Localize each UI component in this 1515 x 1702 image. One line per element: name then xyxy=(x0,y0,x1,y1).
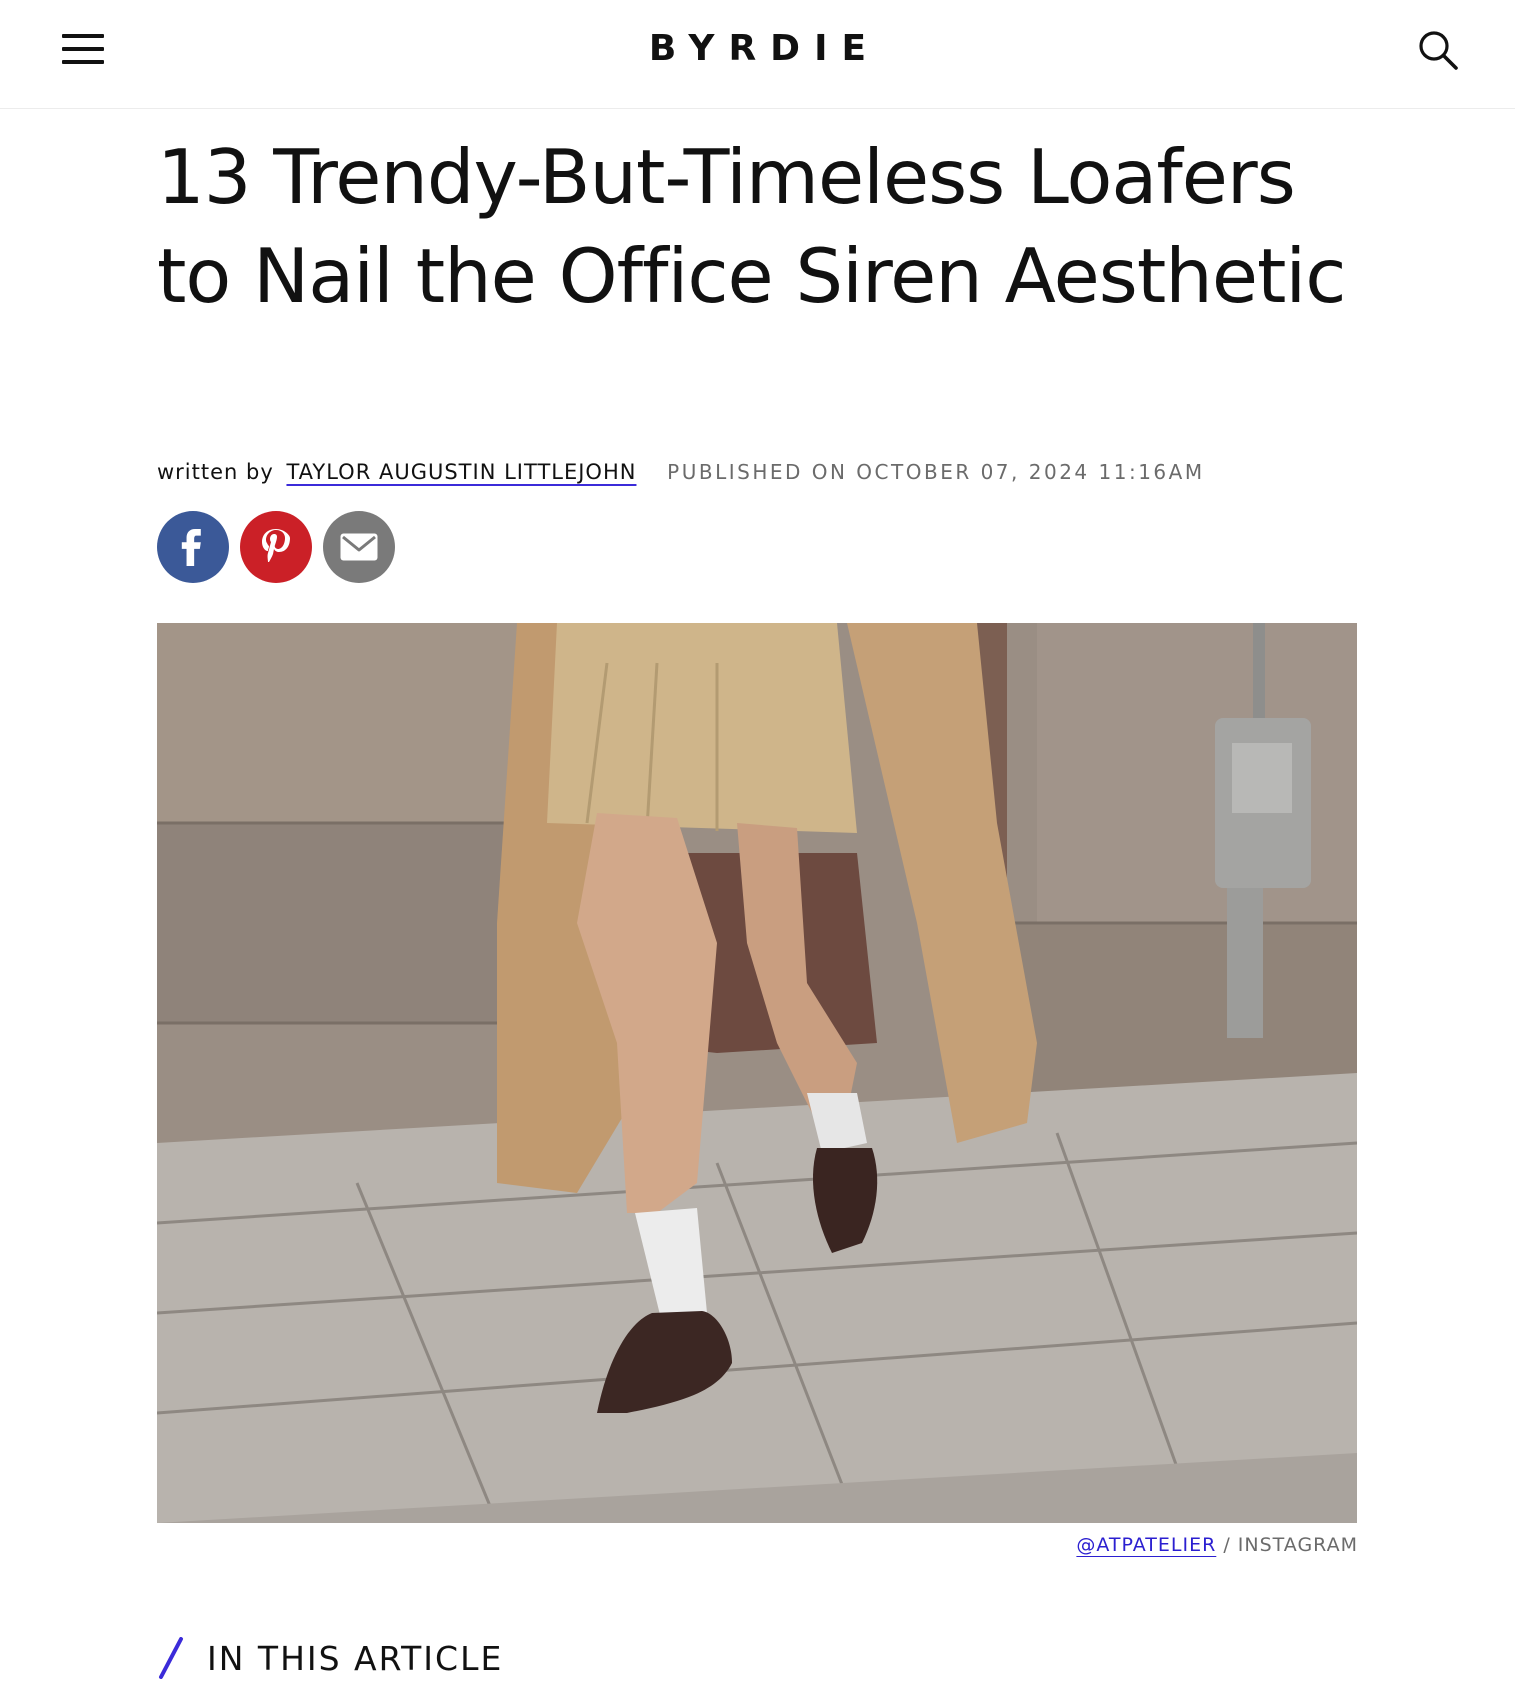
table-of-contents-heading[interactable]: IN THIS ARTICLE xyxy=(157,1636,503,1680)
byline: written by TAYLOR AUGUSTIN LITTLEJOHN PU… xyxy=(157,458,1397,486)
toc-heading-label: IN THIS ARTICLE xyxy=(207,1638,504,1678)
author-link[interactable]: TAYLOR AUGUSTIN LITTLEJOHN xyxy=(286,460,636,484)
hero-image xyxy=(157,623,1357,1523)
pinterest-share-button[interactable] xyxy=(240,511,312,583)
published-date: PUBLISHED ON OCTOBER 07, 2024 11:16AM xyxy=(667,460,1205,484)
site-logo[interactable]: BYRDIE xyxy=(0,28,1515,69)
facebook-icon xyxy=(181,528,201,566)
site-header: BYRDIE xyxy=(0,0,1515,109)
credit-handle-link[interactable]: @ATPATELIER xyxy=(1076,1534,1216,1556)
slash-icon xyxy=(159,1637,183,1679)
image-credit: @ATPATELIER / INSTAGRAM xyxy=(1076,1534,1358,1556)
credit-source: INSTAGRAM xyxy=(1237,1534,1358,1556)
share-buttons xyxy=(157,511,395,583)
facebook-share-button[interactable] xyxy=(157,511,229,583)
article-title: 13 Trendy-But-Timeless Loafers to Nail t… xyxy=(157,133,1346,320)
search-icon[interactable] xyxy=(1414,26,1462,74)
written-by-label: written by xyxy=(157,460,274,484)
email-share-button[interactable] xyxy=(323,511,395,583)
pinterest-icon xyxy=(262,529,290,562)
email-icon xyxy=(340,533,378,561)
credit-separator: / xyxy=(1216,1534,1238,1556)
